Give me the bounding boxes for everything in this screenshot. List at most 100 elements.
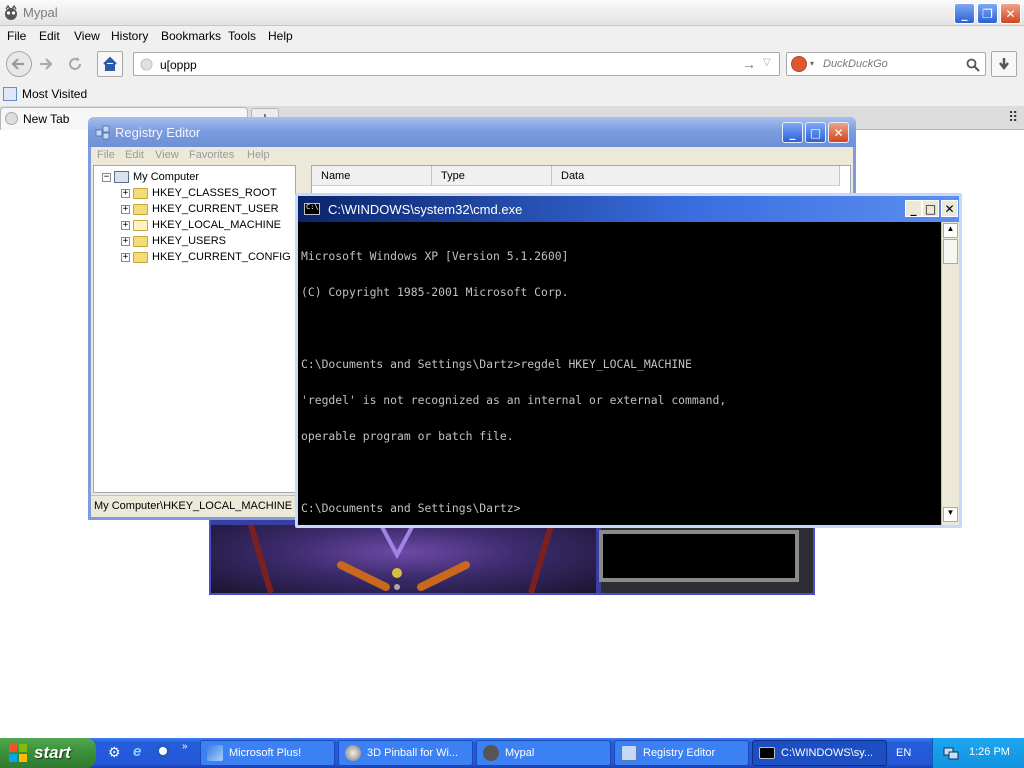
- search-engine-dropdown-icon[interactable]: ▾: [810, 59, 814, 68]
- column-header-name[interactable]: Name: [312, 166, 432, 186]
- tree-item-hkey-current-config[interactable]: + HKEY_CURRENT_CONFIG: [121, 249, 291, 265]
- registry-tree[interactable]: − My Computer + HKEY_CLASSES_ROOT + HKEY…: [93, 165, 296, 493]
- cmd-console[interactable]: Microsoft Windows XP [Version 5.1.2600] …: [298, 222, 941, 525]
- cmd-close-button[interactable]: ✕: [941, 200, 958, 217]
- language-indicator[interactable]: EN: [896, 747, 911, 759]
- microsoft-plus-icon: [207, 745, 223, 761]
- menu-help[interactable]: Help: [268, 29, 293, 43]
- home-button[interactable]: [97, 51, 123, 77]
- search-input[interactable]: DuckDuckGo: [823, 58, 888, 70]
- menu-edit[interactable]: Edit: [39, 29, 60, 43]
- scroll-down-icon[interactable]: ▼: [943, 507, 958, 522]
- regedit-maximize-button[interactable]: □: [805, 122, 826, 143]
- cmd-minimize-button[interactable]: _: [905, 200, 922, 217]
- expand-icon[interactable]: +: [121, 188, 130, 198]
- url-input[interactable]: u[oppp: [160, 58, 197, 72]
- expand-icon[interactable]: +: [121, 252, 130, 262]
- regedit-menu-file[interactable]: File: [97, 149, 115, 161]
- regedit-menu-view[interactable]: View: [155, 149, 179, 161]
- clock[interactable]: 1:26 PM: [969, 746, 1010, 758]
- menu-file[interactable]: File: [7, 29, 26, 43]
- start-button[interactable]: start: [0, 738, 96, 768]
- tree-item-hkey-local-machine[interactable]: + HKEY_LOCAL_MACHINE: [121, 217, 281, 233]
- pinball-icon: [345, 745, 361, 761]
- restore-button[interactable]: ❐: [977, 3, 998, 24]
- start-label: start: [34, 743, 71, 762]
- cmd-titlebar[interactable]: C:\ C:\WINDOWS\system32\cmd.exe _ □ ✕: [298, 196, 959, 222]
- close-icon: ✕: [944, 201, 955, 216]
- duckduckgo-icon: [791, 56, 807, 72]
- menu-history[interactable]: History: [111, 29, 148, 43]
- quick-launch-overflow-icon[interactable]: »: [182, 741, 188, 752]
- open-folder-icon: [133, 219, 148, 231]
- regedit-menubar: File Edit View Favorites Help: [91, 147, 853, 165]
- menu-bookmarks[interactable]: Bookmarks: [161, 29, 221, 43]
- regedit-close-button[interactable]: ✕: [828, 122, 849, 143]
- regedit-titlebar[interactable]: Registry Editor _ □ ✕: [88, 117, 856, 147]
- expand-icon[interactable]: +: [121, 204, 130, 214]
- folder-icon: [133, 251, 148, 263]
- tree-item-label: HKEY_LOCAL_MACHINE: [152, 219, 281, 231]
- folder-icon: [133, 187, 148, 199]
- forward-arrow-icon: [40, 58, 53, 70]
- tree-item-hkey-classes-root[interactable]: + HKEY_CLASSES_ROOT: [121, 185, 277, 201]
- column-header-data[interactable]: Data: [552, 166, 840, 186]
- internet-explorer-icon[interactable]: e: [133, 743, 141, 760]
- cmd-maximize-button[interactable]: □: [922, 200, 939, 217]
- navigation-toolbar: u[oppp → ▽ ▾ DuckDuckGo: [0, 46, 1024, 84]
- console-line: 'regdel' is not recognized as an interna…: [301, 393, 727, 407]
- media-player-icon[interactable]: [156, 744, 170, 758]
- expand-icon[interactable]: +: [121, 220, 130, 230]
- magnifier-icon[interactable]: [966, 58, 980, 72]
- show-desktop-icon[interactable]: ⚙: [108, 744, 121, 761]
- regedit-menu-edit[interactable]: Edit: [125, 149, 144, 161]
- regedit-icon: [621, 745, 637, 761]
- bookmark-most-visited[interactable]: Most Visited: [3, 87, 87, 101]
- regedit-title: Registry Editor: [115, 125, 201, 140]
- scroll-thumb[interactable]: [943, 239, 958, 264]
- taskbar-button-cmd[interactable]: C:\WINDOWS\sy...: [752, 740, 887, 766]
- column-header-type[interactable]: Type: [432, 166, 552, 186]
- cmd-icon: [759, 747, 775, 759]
- minimize-button[interactable]: _: [954, 3, 975, 24]
- tree-item-hkey-current-user[interactable]: + HKEY_CURRENT_USER: [121, 201, 279, 217]
- console-line: operable program or batch file.: [301, 429, 514, 443]
- search-bar[interactable]: ▾ DuckDuckGo: [786, 52, 986, 76]
- taskbar-button-registry-editor[interactable]: Registry Editor: [614, 740, 749, 766]
- network-icon[interactable]: [943, 745, 959, 761]
- regedit-minimize-button[interactable]: _: [782, 122, 803, 143]
- console-line: C:\Documents and Settings\Dartz>regdel H…: [301, 357, 692, 371]
- home-icon: [103, 56, 117, 71]
- taskbar-button-microsoft-plus[interactable]: Microsoft Plus!: [200, 740, 335, 766]
- menu-view[interactable]: View: [74, 29, 100, 43]
- windows-logo-icon: [9, 744, 27, 762]
- console-line: Microsoft Windows XP [Version 5.1.2600]: [301, 249, 569, 263]
- taskbar-button-pinball[interactable]: 3D Pinball for Wi...: [338, 740, 473, 766]
- tree-item-label: My Computer: [133, 171, 200, 183]
- reload-button[interactable]: [62, 51, 88, 77]
- downloads-button[interactable]: [991, 51, 1017, 77]
- forward-button[interactable]: [32, 51, 58, 77]
- collapse-icon[interactable]: −: [102, 172, 111, 182]
- url-dropdown-icon[interactable]: ▽: [763, 57, 771, 68]
- expand-icon[interactable]: +: [121, 236, 130, 246]
- tree-item-my-computer[interactable]: − My Computer: [102, 169, 199, 185]
- tree-item-hkey-users[interactable]: + HKEY_USERS: [121, 233, 226, 249]
- cmd-scrollbar[interactable]: ▲ ▼: [941, 222, 959, 525]
- close-button[interactable]: ✕: [1000, 3, 1021, 24]
- menu-tools[interactable]: Tools: [228, 29, 256, 43]
- back-button[interactable]: [6, 51, 32, 77]
- url-bar[interactable]: u[oppp → ▽: [133, 52, 780, 76]
- cmd-window[interactable]: C:\ C:\WINDOWS\system32\cmd.exe _ □ ✕ Mi…: [295, 193, 962, 528]
- regedit-menu-favorites[interactable]: Favorites: [189, 149, 234, 161]
- regedit-menu-help[interactable]: Help: [247, 149, 270, 161]
- go-arrow-icon[interactable]: →: [742, 56, 756, 72]
- scroll-up-icon[interactable]: ▲: [943, 223, 958, 238]
- console-prompt: C:\Documents and Settings\Dartz>: [301, 501, 521, 515]
- tab-list-icon[interactable]: ⠿: [1008, 109, 1018, 126]
- system-tray: 1:26 PM: [932, 738, 1024, 768]
- mypal-icon: [483, 745, 499, 761]
- taskbar-button-mypal[interactable]: Mypal: [476, 740, 611, 766]
- tree-item-label: HKEY_USERS: [152, 235, 226, 247]
